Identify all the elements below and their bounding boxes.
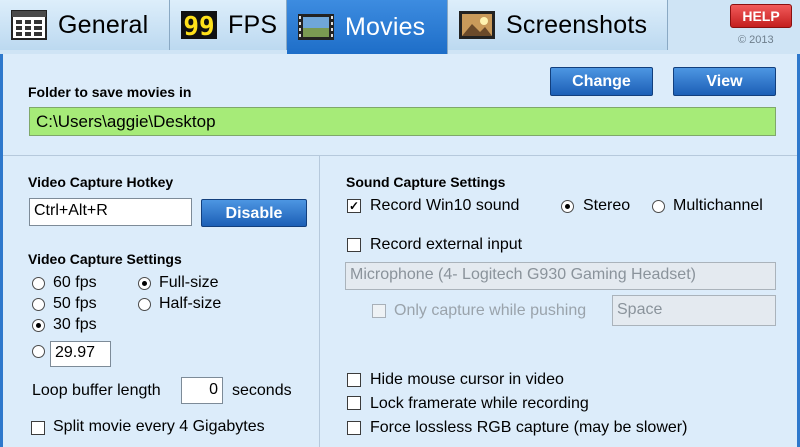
video-settings-label: Video Capture Settings [28, 251, 182, 267]
disable-hotkey-button[interactable]: Disable [201, 199, 307, 227]
push-to-talk-key-input[interactable]: Space [612, 295, 776, 326]
help-button[interactable]: HELP [730, 4, 792, 28]
fps-custom-radio[interactable] [32, 345, 45, 358]
fps-60-radio[interactable] [32, 277, 45, 290]
copyright-text: © 2013 [738, 34, 774, 46]
tab-fps[interactable]: 99 FPS [170, 0, 287, 50]
multichannel-radio[interactable] [652, 200, 665, 213]
hide-cursor-label: Hide mouse cursor in video [370, 371, 564, 388]
multichannel-label: Multichannel [673, 197, 763, 214]
tab-general-label: General [58, 10, 149, 39]
half-size-radio[interactable] [138, 298, 151, 311]
fps-counter-icon: 99 [181, 11, 217, 42]
split-movie-checkbox[interactable] [31, 421, 45, 435]
fps-50-label: 50 fps [53, 295, 97, 312]
change-folder-button[interactable]: Change [550, 67, 653, 96]
full-size-radio[interactable] [138, 277, 151, 290]
horizontal-divider [3, 155, 797, 156]
tab-fps-label: FPS [228, 10, 278, 39]
lossless-label: Force lossless RGB capture (may be slowe… [370, 419, 688, 436]
tab-movies[interactable]: Movies [287, 0, 448, 54]
tab-movies-label: Movies [345, 12, 426, 41]
fps-30-radio[interactable] [32, 319, 45, 332]
svg-text:99: 99 [183, 12, 214, 42]
full-size-label: Full-size [159, 274, 219, 291]
half-size-label: Half-size [159, 295, 222, 312]
push-to-talk-label: Only capture while pushing [394, 302, 587, 319]
loop-buffer-unit: seconds [232, 382, 292, 399]
record-win10-label: Record Win10 sound [370, 197, 520, 214]
lossless-checkbox[interactable] [347, 421, 361, 435]
sound-settings-label: Sound Capture Settings [346, 174, 506, 190]
loop-buffer-label: Loop buffer length [32, 382, 161, 399]
folder-path-field[interactable]: C:\Users\aggie\Desktop [29, 107, 776, 136]
split-movie-label: Split movie every 4 Gigabytes [53, 418, 265, 435]
general-settings-icon [11, 10, 47, 40]
tab-bar: General 99 FPS Movies Screenshots HELP ©… [0, 0, 800, 54]
film-strip-icon [298, 14, 334, 40]
view-folder-button[interactable]: View [673, 67, 776, 96]
record-win10-checkbox[interactable]: ✓ [347, 199, 361, 213]
stereo-radio[interactable] [561, 200, 574, 213]
hotkey-label: Video Capture Hotkey [28, 174, 174, 190]
hide-cursor-checkbox[interactable] [347, 373, 361, 387]
hotkey-input[interactable]: Ctrl+Alt+R [29, 198, 192, 226]
tab-screenshots-label: Screenshots [506, 10, 648, 39]
tab-general[interactable]: General [0, 0, 170, 50]
vertical-divider [319, 155, 320, 447]
lock-framerate-label: Lock framerate while recording [370, 395, 589, 412]
fps-60-label: 60 fps [53, 274, 97, 291]
push-to-talk-checkbox[interactable] [372, 304, 386, 318]
picture-frame-icon [459, 11, 495, 39]
microphone-select[interactable]: Microphone (4- Logitech G930 Gaming Head… [345, 262, 776, 290]
fps-30-label: 30 fps [53, 316, 97, 333]
record-external-label: Record external input [370, 236, 523, 253]
record-external-checkbox[interactable] [347, 238, 361, 252]
fps-50-radio[interactable] [32, 298, 45, 311]
custom-fps-input[interactable]: 29.97 [50, 341, 111, 367]
loop-buffer-input[interactable]: 0 [181, 377, 223, 404]
lock-framerate-checkbox[interactable] [347, 396, 361, 410]
stereo-label: Stereo [583, 197, 631, 214]
movies-panel: Change View Folder to save movies in C:\… [0, 54, 800, 447]
folder-label: Folder to save movies in [28, 84, 192, 100]
tab-screenshots[interactable]: Screenshots [448, 0, 668, 50]
